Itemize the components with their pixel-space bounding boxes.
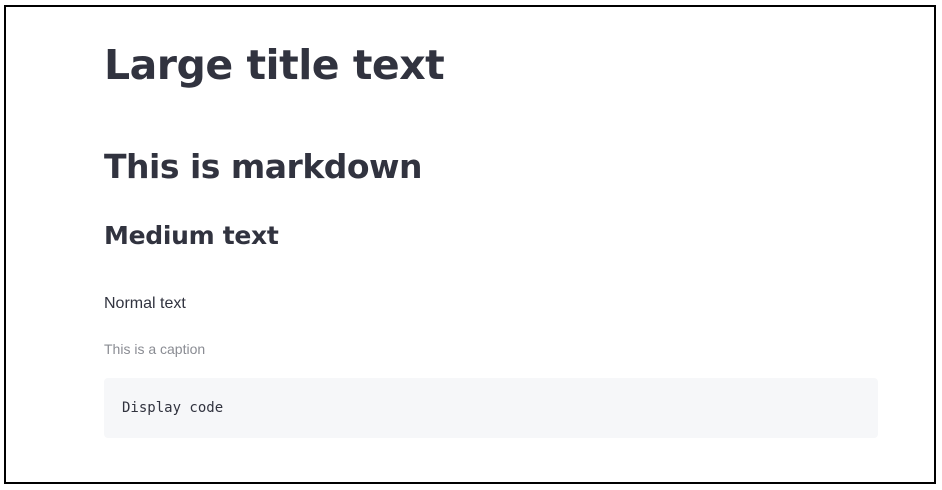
medium-subheader: Medium text <box>104 221 279 250</box>
caption-text: This is a caption <box>104 341 206 357</box>
app-frame: Large title text This is markdown Medium… <box>4 5 936 484</box>
normal-text: Normal text <box>104 295 186 312</box>
code-block: Display code <box>104 378 878 438</box>
page-title: Large title text <box>104 41 445 89</box>
markdown-header: This is markdown <box>104 147 423 186</box>
code-text: Display code <box>122 400 224 416</box>
